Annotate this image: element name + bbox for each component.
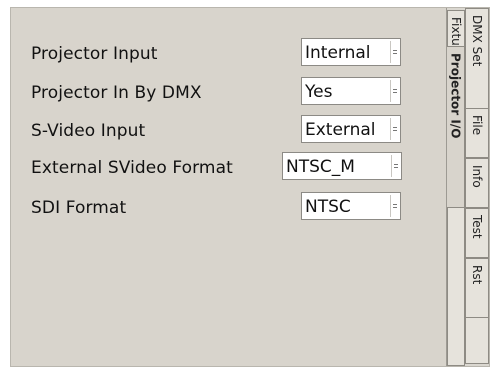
sdi-format-value: NTSC bbox=[305, 197, 351, 217]
tab-dmx-set-label: DMX Set bbox=[470, 15, 484, 67]
projector-input-value: Internal bbox=[305, 43, 371, 63]
chevron-down-icon bbox=[390, 118, 400, 140]
tab-test[interactable]: Test bbox=[465, 208, 489, 258]
tab-rst[interactable]: Rst bbox=[465, 258, 489, 318]
projector-in-by-dmx-row: Projector In By DMX Yes bbox=[11, 77, 447, 111]
tab-rst-label: Rst bbox=[470, 265, 484, 285]
chevron-down-icon bbox=[390, 80, 400, 102]
s-video-input-row: S-Video Input External bbox=[11, 115, 447, 149]
tab-test-label: Test bbox=[470, 215, 484, 239]
s-video-input-label: S-Video Input bbox=[31, 121, 146, 141]
sdi-format-label: SDI Format bbox=[31, 198, 127, 218]
tab-file-label: File bbox=[470, 115, 484, 136]
tab-info-label: Info bbox=[470, 165, 484, 188]
s-video-input-select[interactable]: External bbox=[301, 115, 401, 143]
settings-window: Projector Input Internal Projector In By… bbox=[10, 7, 490, 367]
external-svideo-format-label: External SVideo Format bbox=[31, 158, 233, 178]
projector-in-by-dmx-label: Projector In By DMX bbox=[31, 83, 202, 103]
chevron-down-icon bbox=[391, 155, 401, 177]
s-video-input-value: External bbox=[305, 120, 376, 140]
chevron-down-icon bbox=[390, 41, 400, 63]
sdi-format-row: SDI Format NTSC bbox=[11, 192, 447, 226]
projector-input-select[interactable]: Internal bbox=[301, 38, 401, 66]
projector-in-by-dmx-select[interactable]: Yes bbox=[301, 77, 401, 105]
external-svideo-format-select[interactable]: NTSC_M bbox=[282, 152, 402, 180]
chevron-down-icon bbox=[390, 195, 400, 217]
tab-projector-io[interactable]: Projector I/O bbox=[447, 46, 465, 208]
external-svideo-format-row: External SVideo Format NTSC_M bbox=[11, 152, 447, 186]
tab-projector-io-label: Projector I/O bbox=[448, 53, 463, 139]
sdi-format-select[interactable]: NTSC bbox=[301, 192, 401, 220]
projector-input-label: Projector Input bbox=[31, 44, 158, 64]
external-svideo-format-value: NTSC_M bbox=[286, 157, 355, 177]
projector-in-by-dmx-value: Yes bbox=[305, 82, 333, 102]
projector-input-row: Projector Input Internal bbox=[11, 38, 447, 72]
tab-info[interactable]: Info bbox=[465, 158, 489, 208]
tab-file[interactable]: File bbox=[465, 108, 489, 158]
projector-io-panel: Projector Input Internal Projector In By… bbox=[11, 8, 447, 366]
